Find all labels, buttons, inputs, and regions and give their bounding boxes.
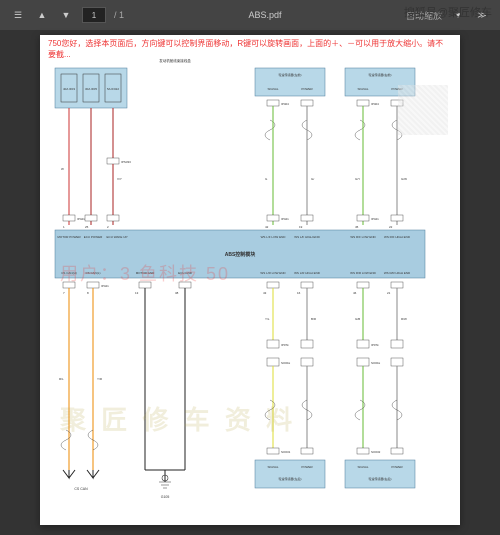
svg-text:22: 22 bbox=[389, 225, 393, 229]
svg-text:W: W bbox=[61, 167, 64, 171]
source-watermark: 搜狐号@聚匠修车 bbox=[404, 4, 492, 20]
svg-text:G/B: G/B bbox=[355, 317, 360, 321]
svg-text:IP404: IP404 bbox=[281, 102, 289, 106]
svg-text:SIGNAL: SIGNAL bbox=[267, 87, 278, 91]
svg-text:45: 45 bbox=[355, 225, 359, 229]
svg-text:13: 13 bbox=[135, 291, 139, 295]
svg-text:WS R/F LOW END: WS R/F LOW END bbox=[350, 235, 376, 239]
svg-text:WS L/F HIGH END: WS L/F HIGH END bbox=[294, 235, 320, 239]
svg-text:R/W: R/W bbox=[401, 317, 407, 321]
svg-text:Y/R: Y/R bbox=[97, 377, 103, 381]
svg-text:SO01k: SO01k bbox=[281, 361, 291, 365]
svg-text:轮速传感器(左前): 轮速传感器(左前) bbox=[279, 72, 302, 77]
user-watermark: 用户：3 鱼科技 50 bbox=[60, 260, 230, 286]
sensor-rr bbox=[345, 460, 415, 488]
svg-text:SO031: SO031 bbox=[281, 450, 291, 454]
svg-text:IP07k: IP07k bbox=[281, 343, 289, 347]
svg-text:WS R/R LOW END: WS R/R LOW END bbox=[350, 271, 377, 275]
svg-text:MOTOR POWER: MOTOR POWER bbox=[57, 235, 81, 239]
next-page-icon[interactable]: ▼ bbox=[58, 7, 74, 23]
svg-text:5A IF022: 5A IF022 bbox=[107, 87, 119, 91]
sensor-rl bbox=[255, 460, 325, 488]
svg-text:SO032: SO032 bbox=[371, 450, 381, 454]
svg-text:WS L/F LOW END: WS L/F LOW END bbox=[261, 235, 287, 239]
prev-page-icon[interactable]: ▲ bbox=[34, 7, 50, 23]
svg-text:40A IF03: 40A IF03 bbox=[63, 87, 75, 91]
svg-text:42: 42 bbox=[265, 225, 269, 229]
svg-text:POWER: POWER bbox=[391, 465, 403, 469]
svg-text:ECU POWER: ECU POWER bbox=[84, 235, 103, 239]
logo-watermark: 聚 匠 修 车 资 料 bbox=[60, 400, 296, 437]
svg-text:SIGNAL: SIGNAL bbox=[357, 87, 368, 91]
svg-text:ABS控制模块: ABS控制模块 bbox=[225, 251, 257, 258]
svg-text:G105: G105 bbox=[161, 495, 170, 499]
svg-text:7: 7 bbox=[63, 291, 65, 295]
menu-icon[interactable]: ☰ bbox=[10, 7, 26, 23]
svg-text:B/R: B/R bbox=[311, 317, 317, 321]
svg-text:CS CAN: CS CAN bbox=[74, 487, 88, 491]
svg-text:POWER: POWER bbox=[301, 465, 313, 469]
svg-text:WS R/F HIGH END: WS R/F HIGH END bbox=[384, 235, 411, 239]
svg-text:IP421: IP421 bbox=[77, 217, 85, 221]
svg-text:8: 8 bbox=[87, 291, 89, 295]
page-total: / 1 bbox=[114, 10, 124, 20]
svg-text:V/Y: V/Y bbox=[117, 177, 122, 181]
help-text: 750您好，选择本页面后，方向键可以控制界面移动，R键可以旋转画面，上面的＋、－… bbox=[48, 38, 448, 60]
svg-text:ECU WAKE UP: ECU WAKE UP bbox=[107, 235, 128, 239]
svg-text:WS L/R HIGH END: WS L/R HIGH END bbox=[294, 271, 321, 275]
svg-text:43: 43 bbox=[263, 291, 267, 295]
svg-text:21: 21 bbox=[387, 291, 391, 295]
svg-text:IP07k: IP07k bbox=[371, 343, 379, 347]
svg-text:25: 25 bbox=[85, 225, 89, 229]
svg-text:G/W: G/W bbox=[401, 177, 407, 181]
page-input[interactable] bbox=[82, 7, 106, 23]
svg-text:R/L: R/L bbox=[59, 377, 64, 381]
svg-text:IPS333: IPS333 bbox=[121, 160, 131, 164]
svg-text:30A IF05: 30A IF05 bbox=[85, 87, 97, 91]
svg-text:轮速传感器(左后): 轮速传感器(左后) bbox=[279, 476, 302, 481]
svg-text:G: G bbox=[265, 177, 268, 181]
svg-text:WS R/R HIGH END: WS R/R HIGH END bbox=[384, 271, 411, 275]
svg-text:16: 16 bbox=[297, 291, 301, 295]
svg-text:轮速传感器(右后): 轮速传感器(右后) bbox=[369, 476, 392, 481]
svg-text:轮速传感器(右前): 轮速传感器(右前) bbox=[369, 72, 392, 77]
svg-text:G/Y: G/Y bbox=[355, 177, 360, 181]
svg-text:SO01k: SO01k bbox=[371, 361, 381, 365]
svg-text:IP404: IP404 bbox=[371, 102, 379, 106]
svg-text:SIGNAL: SIGNAL bbox=[357, 465, 368, 469]
filename: ABS.pdf bbox=[132, 10, 398, 20]
svg-text:Y/L: Y/L bbox=[265, 317, 270, 321]
svg-text:1: 1 bbox=[63, 225, 65, 229]
qr-code bbox=[398, 85, 448, 135]
pdf-viewer: 搜狐号@聚匠修车 ☰ ▲ ▼ / 1 ABS.pdf 自动缩放 ▾ ≫ 750您… bbox=[0, 0, 500, 535]
svg-text:Gr: Gr bbox=[311, 177, 314, 181]
svg-text:IP421: IP421 bbox=[371, 217, 379, 221]
svg-text:WS L/R LOW END: WS L/R LOW END bbox=[260, 271, 286, 275]
svg-text:46: 46 bbox=[353, 291, 357, 295]
svg-text:38: 38 bbox=[175, 291, 179, 295]
svg-text:IP421: IP421 bbox=[281, 217, 289, 221]
svg-text:POWER: POWER bbox=[301, 87, 313, 91]
svg-text:SIGNAL: SIGNAL bbox=[267, 465, 278, 469]
svg-text:2: 2 bbox=[107, 225, 109, 229]
svg-text:19: 19 bbox=[299, 225, 303, 229]
